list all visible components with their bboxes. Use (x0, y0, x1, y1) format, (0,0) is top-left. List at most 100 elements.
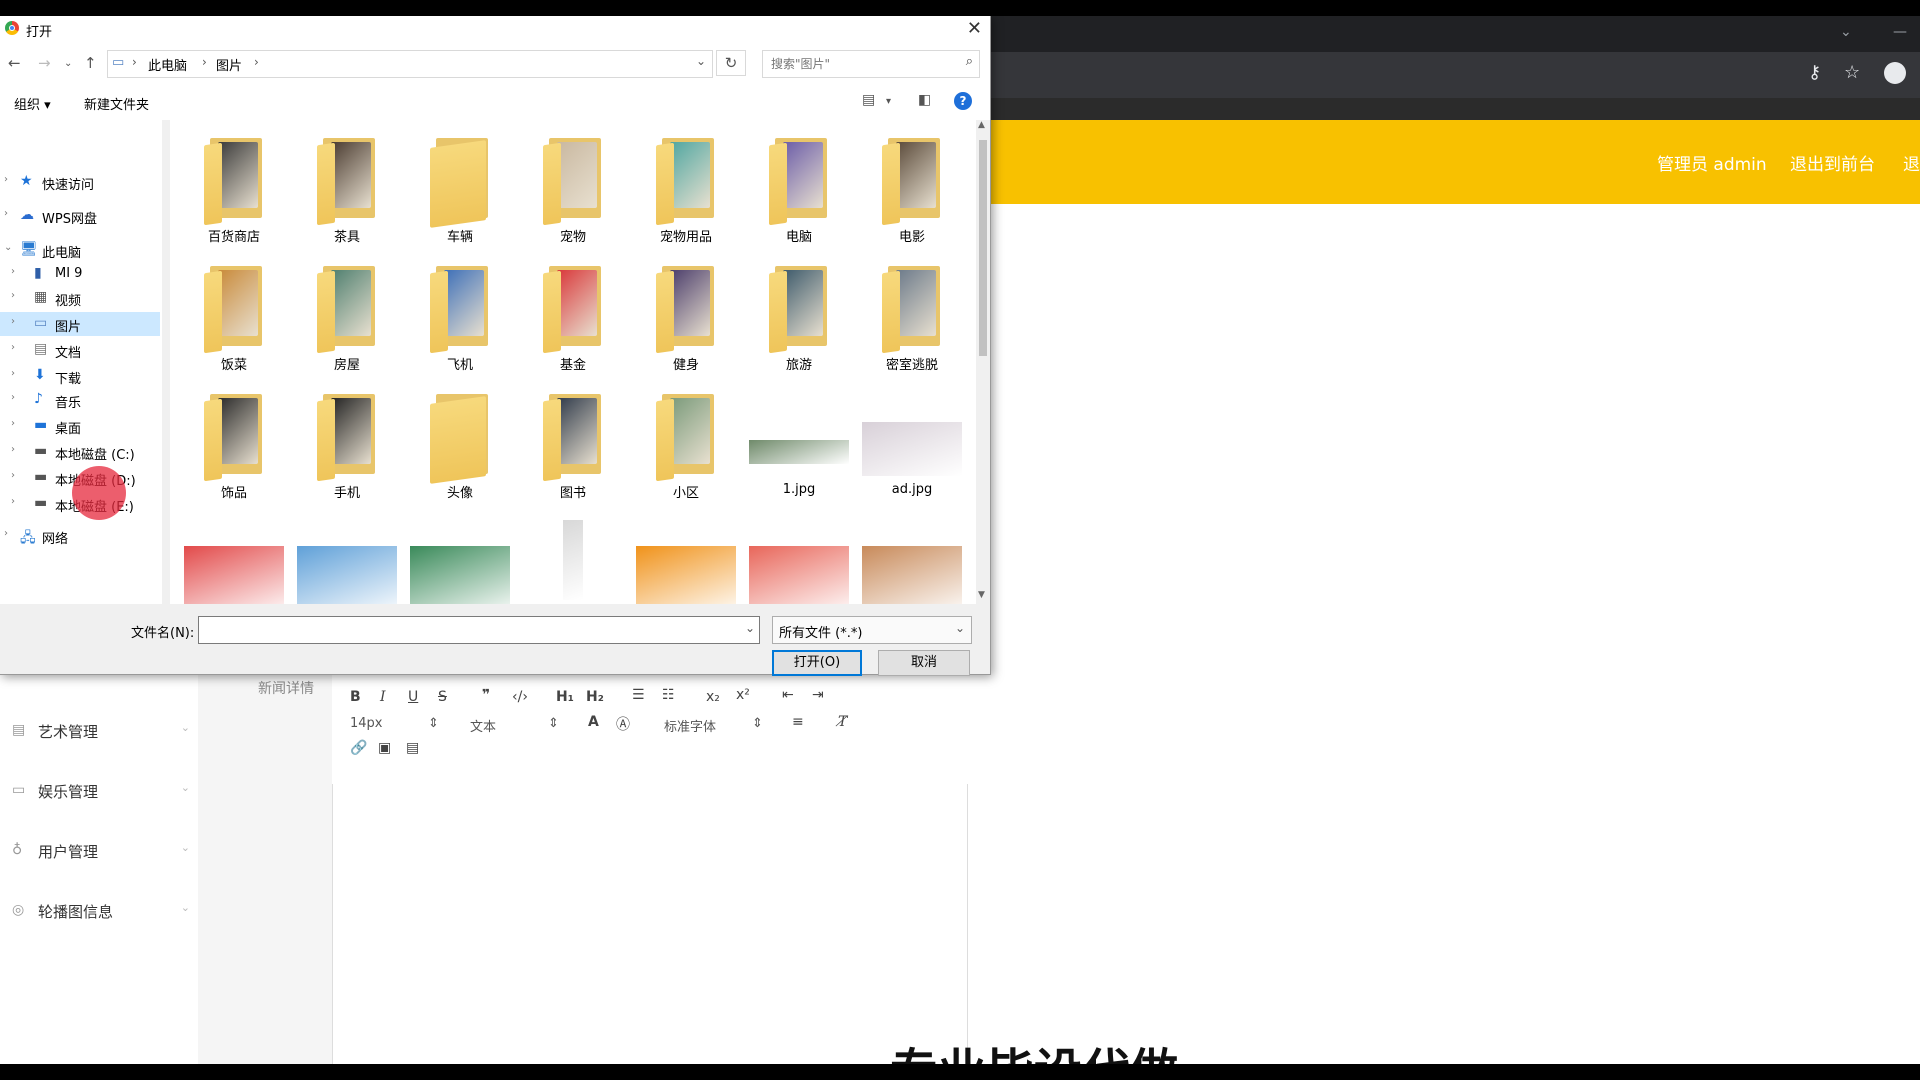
folder-item[interactable]: 电脑 (745, 132, 853, 252)
nav-item[interactable]: › ▦ 视频 (0, 286, 160, 310)
address-bar[interactable]: ▭ › 此电脑 › 图片 › ⌄ (107, 50, 713, 78)
font-color-icon[interactable]: A (588, 714, 599, 730)
folder-item[interactable]: 手机 (293, 388, 401, 508)
back-arrow-icon[interactable]: ← (8, 54, 21, 72)
admin-user-link[interactable]: 管理员 admin (1657, 150, 1767, 175)
folder-item[interactable]: 车辆 (406, 132, 514, 252)
scroll-down-icon[interactable]: ▼ (978, 590, 985, 600)
folder-item[interactable]: 图书 (519, 388, 627, 508)
nav-item[interactable]: › ♪ 音乐 (0, 388, 160, 412)
editor-content[interactable] (332, 784, 968, 1064)
nav-item[interactable]: › ▬ 本地磁盘 (C:) (0, 440, 160, 464)
scroll-up-icon[interactable]: ▲ (978, 120, 985, 130)
font-family-select[interactable]: 标准字体 (664, 716, 716, 735)
logout-link[interactable]: 退 (1903, 150, 1920, 175)
nav-item[interactable]: ⌄ 🖥 此电脑 (0, 238, 160, 262)
nav-item[interactable]: › ▭ 图片 (0, 312, 160, 336)
nav-item[interactable]: › ⬇ 下载 (0, 364, 160, 388)
sidebar-item-carousel[interactable]: ◎ 轮播图信息 ⌄ (10, 898, 190, 928)
folder-item[interactable]: 百货商店 (180, 132, 288, 252)
video-icon[interactable]: ▤ (406, 740, 419, 756)
chevron-right-icon[interactable]: › (11, 418, 15, 429)
chevron-right-icon[interactable]: › (11, 266, 15, 277)
close-icon[interactable]: ✕ (967, 18, 982, 39)
chevron-down-icon[interactable]: ⌄ (745, 621, 755, 635)
indent-icon[interactable]: ⇥ (812, 687, 824, 703)
chevron-right-icon[interactable]: › (11, 368, 15, 379)
image-item[interactable]: 1.jpg (745, 388, 853, 508)
clear-format-icon[interactable]: T̸ (838, 714, 847, 730)
nav-item[interactable]: › ★ 快速访问 (0, 170, 160, 194)
image-item[interactable] (858, 516, 966, 604)
image-item[interactable] (293, 516, 401, 604)
chevron-right-icon[interactable]: › (11, 290, 15, 301)
folder-item[interactable]: 小区 (632, 388, 740, 508)
strike-button[interactable]: S (438, 689, 447, 705)
view-dropdown-icon[interactable]: ▾ (886, 96, 891, 107)
ordered-list-icon[interactable]: ☰ (632, 687, 645, 703)
view-icon[interactable]: ▤ (862, 92, 875, 108)
block-select[interactable]: 文本 (470, 716, 496, 735)
scroll-thumb[interactable] (979, 140, 987, 356)
background-color-icon[interactable]: Ⓐ (616, 714, 630, 734)
search-icon[interactable]: ⌕ (966, 54, 973, 69)
folder-item[interactable]: 宠物用品 (632, 132, 740, 252)
folder-item[interactable]: 飞机 (406, 260, 514, 380)
minimize-icon[interactable]: — (1893, 24, 1907, 40)
open-button[interactable]: 打开(O) (772, 650, 862, 676)
search-box[interactable]: ⌕ (762, 50, 980, 78)
chevron-right-icon[interactable]: › (11, 444, 15, 455)
folder-item[interactable]: 旅游 (745, 260, 853, 380)
folder-item[interactable]: 房屋 (293, 260, 401, 380)
image-item[interactable] (180, 516, 288, 604)
image-item[interactable] (632, 516, 740, 604)
folder-item[interactable]: 茶具 (293, 132, 401, 252)
h2-button[interactable]: H₂ (586, 689, 604, 705)
chevron-right-icon[interactable]: › (11, 496, 15, 507)
folder-item[interactable]: 头像 (406, 388, 514, 508)
star-icon[interactable]: ☆ (1844, 62, 1860, 83)
breadcrumb-pictures[interactable]: 图片 (216, 55, 242, 74)
bold-button[interactable]: B (350, 689, 361, 705)
image-item[interactable] (745, 516, 853, 604)
align-icon[interactable]: ≡ (792, 714, 804, 730)
folder-item[interactable]: 饭菜 (180, 260, 288, 380)
help-icon[interactable]: ? (954, 92, 972, 110)
image-icon[interactable]: ▣ (378, 740, 391, 756)
vertical-scrollbar[interactable]: ▲ ▼ (976, 120, 990, 604)
forward-arrow-icon[interactable]: → (38, 54, 51, 72)
font-size-select[interactable]: 14px (350, 716, 383, 731)
chevron-right-icon[interactable]: › (11, 470, 15, 481)
h1-button[interactable]: H₁ (556, 689, 574, 705)
quote-icon[interactable]: ❞ (482, 687, 490, 703)
folder-item[interactable]: 电影 (858, 132, 966, 252)
chevron-right-icon[interactable]: › (4, 174, 8, 185)
italic-button[interactable]: I (380, 689, 386, 705)
filename-input[interactable]: ⌄ (198, 616, 760, 644)
code-icon[interactable]: ‹/› (512, 689, 528, 705)
filetype-select[interactable]: 所有文件 (*.*) ⌄ (772, 616, 972, 644)
nav-item[interactable]: › ▬ 桌面 (0, 414, 160, 438)
chevron-right-icon[interactable]: › (11, 342, 15, 353)
profile-icon[interactable] (1884, 62, 1906, 84)
folder-item[interactable]: 健身 (632, 260, 740, 380)
chevron-right-icon[interactable]: › (11, 316, 15, 327)
folder-item[interactable]: 饰品 (180, 388, 288, 508)
underline-button[interactable]: U (408, 689, 418, 705)
chevron-right-icon[interactable]: › (4, 528, 8, 539)
folder-item[interactable]: 密室逃脱 (858, 260, 966, 380)
image-item[interactable] (519, 516, 627, 604)
breadcrumb-this-pc[interactable]: 此电脑 (148, 55, 187, 74)
sidebar-item-entertainment[interactable]: ▭ 娱乐管理 ⌄ (10, 778, 190, 808)
nav-item[interactable]: › ▤ 文档 (0, 338, 160, 362)
link-icon[interactable]: 🔗 (350, 740, 367, 756)
new-folder-button[interactable]: 新建文件夹 (84, 94, 149, 113)
chevron-down-icon[interactable]: ⌄ (1840, 24, 1852, 40)
bullet-list-icon[interactable]: ☷ (662, 687, 675, 703)
sidebar-item-users[interactable]: ♁ 用户管理 ⌄ (10, 838, 190, 868)
nav-item[interactable]: › ▮ MI 9 (0, 262, 160, 286)
preview-pane-icon[interactable]: ◧ (918, 92, 931, 108)
front-end-link[interactable]: 退出到前台 (1790, 150, 1875, 175)
outdent-icon[interactable]: ⇤ (782, 687, 794, 703)
refresh-button[interactable]: ↻ (716, 50, 746, 76)
